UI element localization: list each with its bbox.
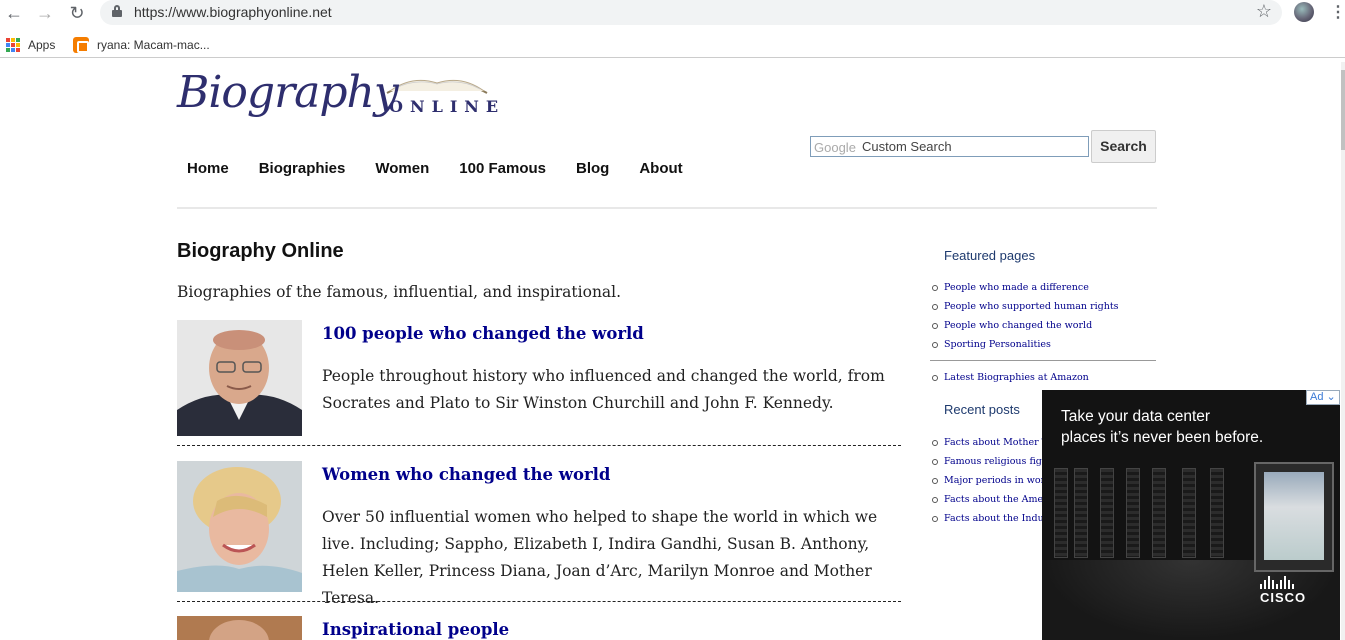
list-item: 100 people who changed the world People … <box>177 320 901 436</box>
entry-divider <box>177 445 901 446</box>
apps-grid-icon <box>6 38 20 52</box>
entry-divider <box>177 601 901 602</box>
search-button[interactable]: Search <box>1091 130 1156 163</box>
featured-link[interactable]: Sporting Personalities <box>932 337 1119 356</box>
entry-description: Over 50 influential women who helped to … <box>322 508 878 607</box>
entry-description: People throughout history who influenced… <box>322 367 885 412</box>
header-divider <box>177 207 1157 209</box>
blogger-icon <box>73 37 89 53</box>
server-rack <box>1100 468 1114 558</box>
page-title: Biography Online <box>177 240 344 262</box>
thumbnail-image[interactable] <box>177 320 302 436</box>
entry-title-link[interactable]: 100 people who changed the world <box>322 324 644 343</box>
forward-arrow-icon[interactable]: → <box>33 2 57 24</box>
nav-women[interactable]: Women <box>375 160 429 177</box>
bookmark-ryana-label: ryana: Macam-mac... <box>97 38 210 52</box>
nav-home[interactable]: Home <box>187 160 229 177</box>
server-rack <box>1074 468 1088 558</box>
logo-script-text: Biography <box>177 67 399 118</box>
featured-pages-heading: Featured pages <box>944 248 1036 263</box>
ad-headline: Take your data center places it’s never … <box>1061 406 1263 448</box>
recent-post-link[interactable]: Facts about the Industr <box>932 511 1057 530</box>
menu-kebab-icon[interactable]: ⋮ <box>1330 2 1345 22</box>
entry-title-link[interactable]: Inspirational people <box>322 620 509 639</box>
recent-posts-heading: Recent posts <box>944 402 1020 417</box>
ad-choices-badge[interactable]: Ad ⌄ <box>1306 390 1340 405</box>
google-watermark: Google <box>814 140 856 155</box>
server-rack <box>1152 468 1166 558</box>
server-rack <box>1054 468 1068 558</box>
main-nav: Home Biographies Women 100 Famous Blog A… <box>177 160 693 177</box>
featured-link[interactable]: People who changed the world <box>932 318 1119 337</box>
thumbnail-image[interactable] <box>177 461 302 592</box>
ad-badge-label: Ad <box>1310 391 1324 403</box>
recent-posts-list: Facts about Mother Te Famous religious f… <box>932 435 1057 530</box>
ad-headline-line-1: Take your data center <box>1061 408 1211 425</box>
page-tagline: Biographies of the famous, influential, … <box>177 283 622 301</box>
recent-post-link[interactable]: Famous religious figur <box>932 454 1057 473</box>
thumbnail-image[interactable] <box>177 616 302 640</box>
cisco-ad[interactable]: Take your data center places it’s never … <box>1042 390 1340 640</box>
sidebar-divider <box>930 360 1156 361</box>
featured-pages-list: People who made a difference People who … <box>932 280 1119 356</box>
search-placeholder: Custom Search <box>862 139 952 154</box>
ad-headline-line-2: places it’s never been before. <box>1061 429 1264 446</box>
page-scrollbar-thumb[interactable] <box>1341 70 1345 150</box>
web-page: Biography ONLINE Google Custom Search Se… <box>0 62 1345 640</box>
site-logo[interactable]: Biography ONLINE <box>177 67 498 129</box>
lock-icon <box>112 5 122 17</box>
amazon-link[interactable]: Latest Biographies at Amazon <box>932 370 1089 389</box>
cisco-logo-icon <box>1260 576 1294 589</box>
bookmark-ryana[interactable]: ryana: Macam-mac... <box>73 34 210 56</box>
nav-100-famous[interactable]: 100 Famous <box>459 160 546 177</box>
bookmarks-bar: Apps ryana: Macam-mac... <box>0 30 1345 58</box>
featured-link[interactable]: People who supported human rights <box>932 299 1119 318</box>
ad-door-image <box>1254 462 1334 572</box>
server-rack <box>1126 468 1140 558</box>
recent-post-link[interactable]: Major periods in world <box>932 473 1057 492</box>
list-item: Women who changed the world Over 50 infl… <box>177 461 901 607</box>
nav-biographies[interactable]: Biographies <box>259 160 346 177</box>
open-book-icon <box>386 79 488 94</box>
url-text: https://www.biographyonline.net <box>134 4 332 20</box>
reload-icon[interactable]: ↻ <box>65 2 89 24</box>
search-input[interactable]: Google Custom Search <box>810 136 1089 157</box>
server-rack <box>1182 468 1196 558</box>
amazon-list: Latest Biographies at Amazon <box>932 370 1089 389</box>
bookmark-apps-label: Apps <box>28 38 56 52</box>
ad-brand: CISCO <box>1260 590 1307 605</box>
nav-about[interactable]: About <box>639 160 682 177</box>
recent-post-link[interactable]: Facts about the Americ <box>932 492 1057 511</box>
featured-link[interactable]: People who made a difference <box>932 280 1119 299</box>
server-rack <box>1210 468 1224 558</box>
address-bar[interactable]: https://www.biographyonline.net ☆ <box>100 0 1282 25</box>
nav-blog[interactable]: Blog <box>576 160 609 177</box>
bookmark-apps[interactable]: Apps <box>6 34 55 56</box>
list-item: Inspirational people <box>177 616 901 640</box>
back-arrow-icon[interactable]: ← <box>2 2 26 24</box>
recent-post-link[interactable]: Facts about Mother Te <box>932 435 1057 454</box>
browser-toolbar: ← → ↻ https://www.biographyonline.net ☆ … <box>0 0 1345 28</box>
logo-online-text: ONLINE <box>389 97 506 116</box>
bookmark-star-icon[interactable]: ☆ <box>1256 1 1272 22</box>
entry-title-link[interactable]: Women who changed the world <box>322 465 610 484</box>
profile-avatar[interactable] <box>1294 2 1314 22</box>
